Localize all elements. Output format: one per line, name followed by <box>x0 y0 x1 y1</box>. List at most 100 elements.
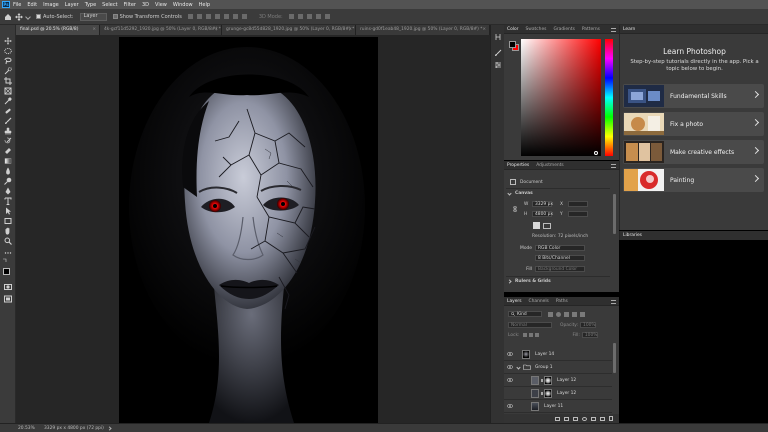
slide-3d-icon[interactable] <box>315 14 321 19</box>
auto-select-checkbox[interactable] <box>36 14 41 19</box>
pan-3d-icon[interactable] <box>306 14 312 19</box>
tab-patterns[interactable]: Patterns <box>582 27 600 32</box>
menu-type[interactable]: Type <box>85 2 96 8</box>
blur-tool-icon[interactable] <box>4 167 12 175</box>
more-tools-icon[interactable] <box>4 249 12 257</box>
zoom-level[interactable]: 20.53% <box>18 426 44 431</box>
visibility-eye-icon[interactable] <box>507 365 513 369</box>
auto-select-option[interactable]: Auto-Select: <box>36 13 74 21</box>
move-tool-icon[interactable] <box>4 37 12 45</box>
brush-settings-icon[interactable] <box>494 49 502 57</box>
foreground-color-swatch[interactable] <box>3 268 10 275</box>
blend-mode-dropdown[interactable]: Normal <box>508 322 552 328</box>
document-tab[interactable]: ruins-gd0f1eab48_1920.jpg @ 50% (Layer 0… <box>356 25 490 35</box>
orbit-3d-icon[interactable] <box>288 14 294 19</box>
layers-scrollbar[interactable] <box>613 343 616 373</box>
menu-file[interactable]: File <box>13 2 21 8</box>
align-bottom-icon[interactable] <box>232 14 238 19</box>
lock-pixels-icon[interactable] <box>522 333 527 337</box>
hand-tool-icon[interactable] <box>4 227 12 235</box>
panel-menu-icon[interactable] <box>611 300 616 304</box>
align-center-icon[interactable] <box>196 14 202 19</box>
eraser-tool-icon[interactable] <box>4 147 12 155</box>
visibility-eye-icon[interactable] <box>507 378 513 382</box>
more-options-icon[interactable] <box>241 14 247 19</box>
roll-3d-icon[interactable] <box>297 14 303 19</box>
tab-channels[interactable]: Channels <box>529 299 549 304</box>
chevron-down-icon[interactable] <box>516 364 521 370</box>
width-field[interactable]: 3329 px <box>532 201 553 207</box>
scale-3d-icon[interactable] <box>324 14 330 19</box>
tab-properties[interactable]: Properties <box>507 163 529 168</box>
tab-color[interactable]: Color <box>507 27 518 32</box>
dodge-tool-icon[interactable] <box>4 177 12 185</box>
properties-scrollbar[interactable] <box>613 194 616 234</box>
fill-dropdown[interactable]: Background Color <box>535 266 585 272</box>
tab-libraries[interactable]: Libraries <box>623 233 642 238</box>
learn-card-make-creative-effects[interactable]: Make creative effects <box>623 140 764 164</box>
mask-link-icon[interactable] <box>541 391 543 395</box>
layer-name[interactable]: Group 1 <box>535 365 553 370</box>
menu-image[interactable]: Image <box>43 2 59 8</box>
eyedropper-tool-icon[interactable] <box>4 97 12 105</box>
delete-layer-icon[interactable] <box>609 416 613 421</box>
visibility-eye-icon[interactable] <box>507 404 513 408</box>
transform-controls-checkbox[interactable] <box>112 14 118 19</box>
align-middle-icon[interactable] <box>223 14 229 19</box>
lock-position-icon[interactable] <box>528 333 533 337</box>
move-tool-icon[interactable] <box>15 12 23 21</box>
link-dimensions-icon[interactable] <box>512 206 518 212</box>
quick-select-tool-icon[interactable] <box>4 67 12 75</box>
fill-field[interactable]: 100% <box>581 332 598 338</box>
document-canvas[interactable] <box>119 37 378 423</box>
mask-link-icon[interactable] <box>541 378 543 382</box>
foreground-color-chip[interactable] <box>509 41 516 48</box>
panel-menu-icon[interactable] <box>611 164 616 168</box>
layer-style-icon[interactable] <box>564 416 569 421</box>
menu-layer[interactable]: Layer <box>65 2 79 8</box>
rectangle-tool-icon[interactable] <box>4 217 12 225</box>
new-layer-icon[interactable] <box>600 416 605 421</box>
learn-card-painting[interactable]: Painting <box>623 168 764 192</box>
filter-pixel-icon[interactable] <box>548 311 553 317</box>
menu-3d[interactable]: 3D <box>142 2 149 8</box>
frame-tool-icon[interactable] <box>4 87 12 95</box>
mode-dropdown[interactable]: RGB Color <box>535 245 585 251</box>
layer-row[interactable]: Layer 14 <box>504 348 612 361</box>
menu-view[interactable]: View <box>155 2 167 8</box>
history-panel-icon[interactable] <box>494 33 502 41</box>
path-selection-tool-icon[interactable] <box>4 207 12 215</box>
filter-type-icon[interactable] <box>564 311 569 317</box>
tab-layers[interactable]: Layers <box>507 299 522 304</box>
history-brush-tool-icon[interactable] <box>4 137 12 145</box>
swap-colors-icon[interactable] <box>2 258 8 264</box>
landscape-orientation-button[interactable] <box>543 223 551 229</box>
brush-tool-icon[interactable] <box>4 117 12 125</box>
new-group-icon[interactable] <box>591 416 596 421</box>
filter-shape-icon[interactable] <box>572 311 577 317</box>
height-field[interactable]: 4800 px <box>532 211 553 217</box>
gradient-tool-icon[interactable] <box>4 157 12 165</box>
layer-filter-dropdown[interactable]: Kind <box>508 311 542 317</box>
tool-preset-chevron-down-icon[interactable] <box>25 13 31 20</box>
close-tab-icon[interactable]: × <box>482 25 486 35</box>
clone-stamp-tool-icon[interactable] <box>4 127 12 135</box>
layer-mask-thumbnail[interactable] <box>544 375 552 385</box>
tab-learn[interactable]: Learn <box>623 27 635 32</box>
type-tool-icon[interactable] <box>4 197 12 205</box>
layer-name[interactable]: Layer 14 <box>535 352 554 357</box>
visibility-eye-icon[interactable] <box>507 352 513 356</box>
screen-mode-icon[interactable] <box>4 295 12 303</box>
close-tab-icon[interactable]: × <box>92 25 96 35</box>
tab-gradients[interactable]: Gradients <box>553 27 574 32</box>
portrait-orientation-button[interactable] <box>533 222 540 229</box>
align-right-icon[interactable] <box>205 14 211 19</box>
align-left-icon[interactable] <box>187 14 193 19</box>
menu-window[interactable]: Window <box>173 2 193 8</box>
chevron-right-icon[interactable] <box>107 425 112 431</box>
home-icon[interactable] <box>4 13 12 21</box>
learn-card-fix-a-photo[interactable]: Fix a photo <box>623 112 764 136</box>
rulers-grids-section-header[interactable]: Rulers & Grids <box>507 279 551 284</box>
add-mask-icon[interactable] <box>573 416 578 421</box>
filter-adjustment-icon[interactable] <box>556 311 561 317</box>
